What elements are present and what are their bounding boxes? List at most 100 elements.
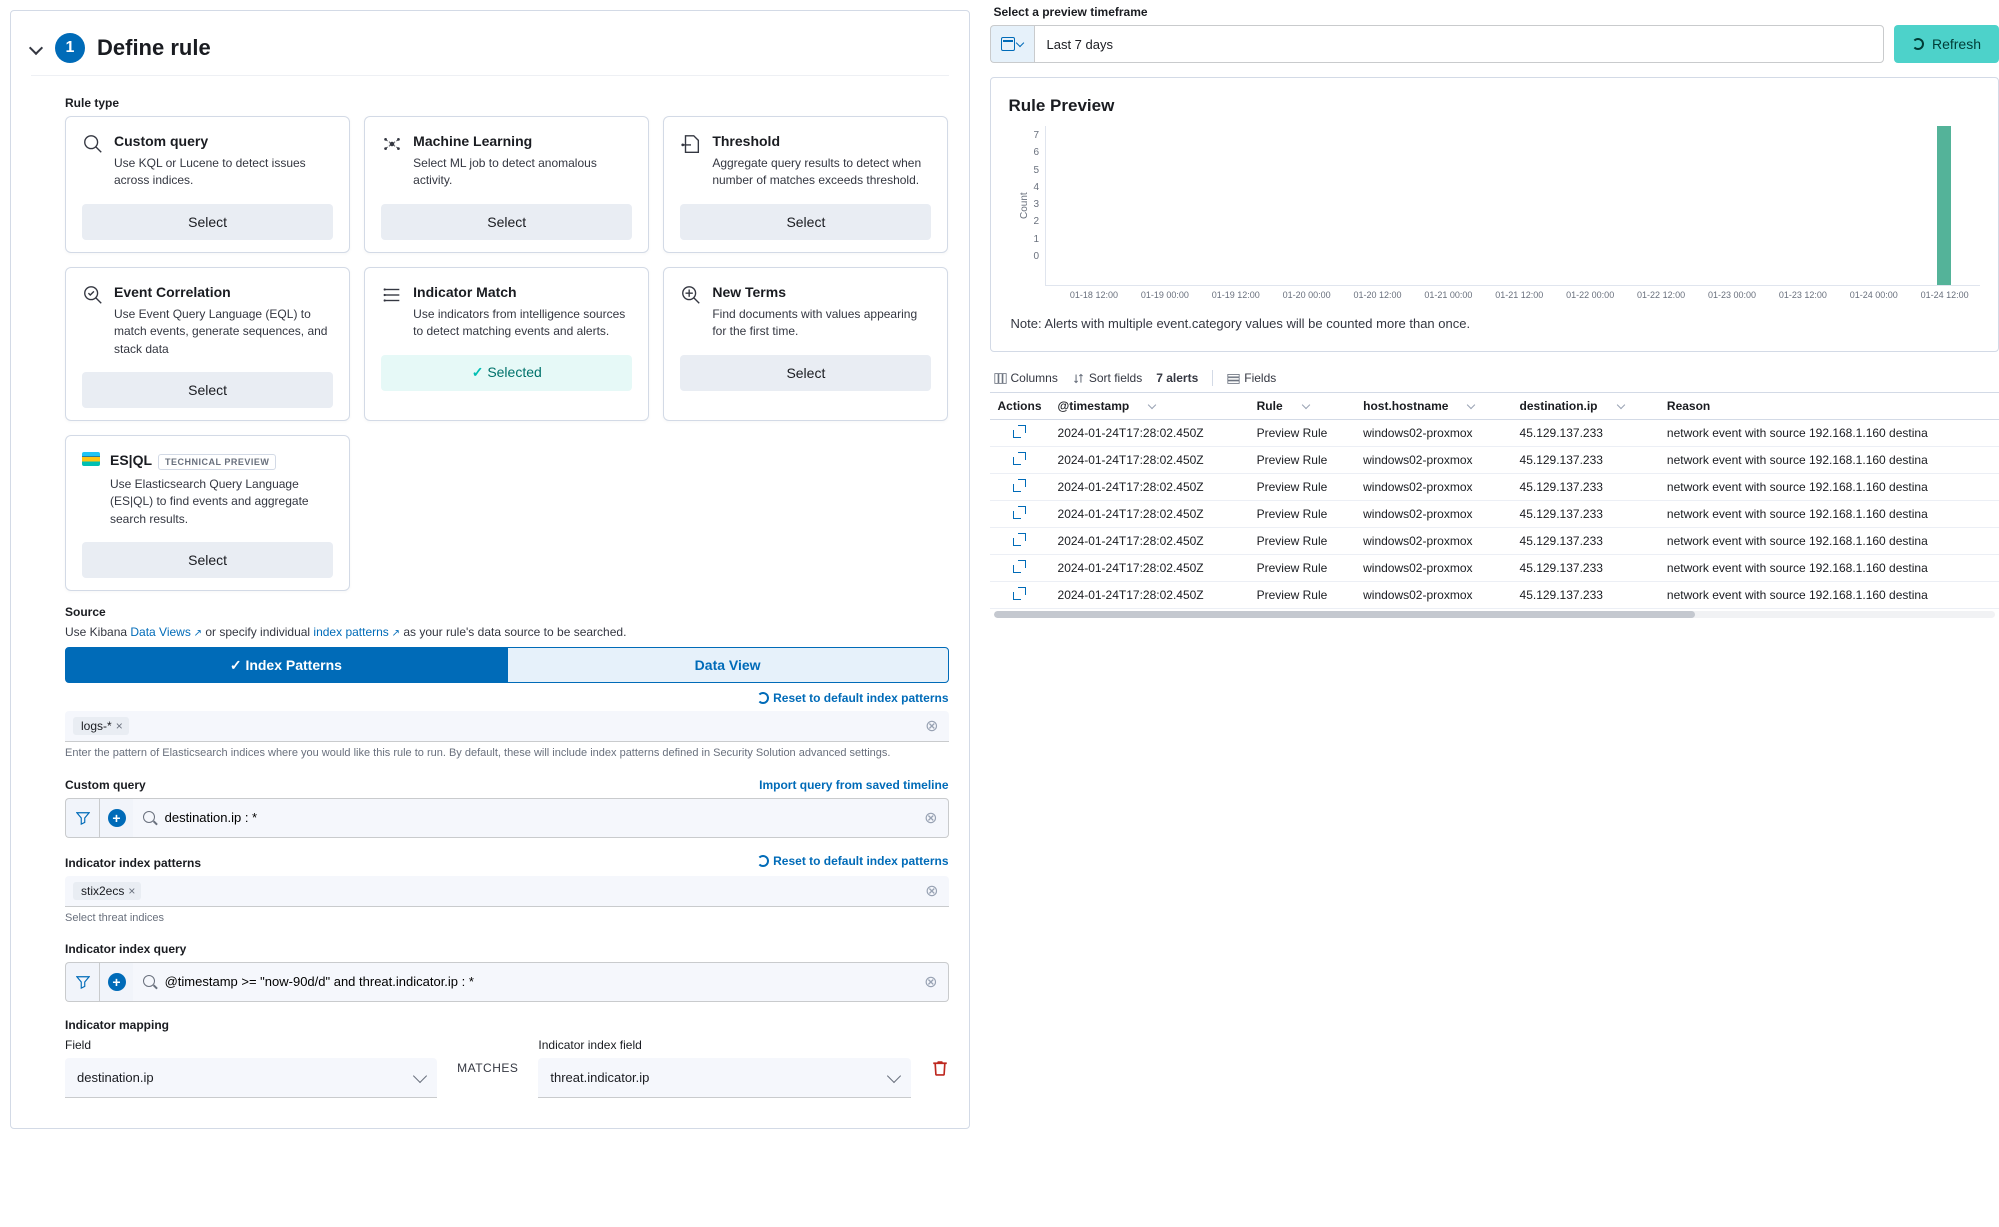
tab-data-view[interactable]: Data View [507, 647, 949, 683]
rule-type-event-correlation[interactable]: Event Correlation Use Event Query Languag… [65, 267, 350, 421]
reset-indicator-patterns-link[interactable]: Reset to default index patterns [757, 854, 948, 868]
delete-mapping-icon[interactable] [931, 1059, 949, 1077]
collapse-icon[interactable] [29, 41, 43, 55]
x-tick: 01-22 12:00 [1626, 290, 1697, 300]
rule-type-new-terms[interactable]: New TermsFind documents with values appe… [663, 267, 948, 421]
select-rule-type-button[interactable]: Select [82, 372, 333, 408]
index-patterns-link[interactable]: index patterns [313, 625, 400, 639]
clear-query-icon[interactable]: ⊗ [924, 972, 937, 992]
chevron-down-icon [1301, 401, 1309, 409]
select-rule-type-button[interactable]: Selected [381, 355, 632, 391]
alerts-table: Actions @timestamp Rule host.hostname de… [990, 392, 1999, 609]
custom-query-input[interactable]: ⊗ [133, 798, 949, 838]
expand-row-icon[interactable] [1013, 425, 1026, 438]
cell-reason: network event with source 192.168.1.160 … [1659, 582, 1999, 609]
rule-type-indicator-match[interactable]: Indicator MatchUse indicators from intel… [364, 267, 649, 421]
clear-input-icon[interactable]: ⊗ [925, 881, 938, 901]
preview-note: Note: Alerts with multiple event.categor… [1009, 306, 1980, 341]
date-range-value[interactable]: Last 7 days [1034, 25, 1884, 63]
expand-row-icon[interactable] [1013, 479, 1026, 492]
data-views-link[interactable]: Data Views [130, 625, 202, 639]
mapping-field-select[interactable]: destination.ip [65, 1058, 437, 1098]
add-filter-button[interactable]: + [99, 798, 133, 838]
cell-reason: network event with source 192.168.1.160 … [1659, 420, 1999, 447]
filter-options-button[interactable] [65, 798, 99, 838]
indicator-index-patterns-input[interactable]: stix2ecs× ⊗ [65, 876, 949, 907]
chart-y-axis-label: Count [1019, 126, 1030, 286]
sort-fields-button[interactable]: Sort fields [1072, 371, 1142, 385]
cell-rule: Preview Rule [1249, 582, 1355, 609]
fields-button[interactable]: Fields [1227, 371, 1276, 385]
calendar-button[interactable] [990, 25, 1034, 63]
cell-reason: network event with source 192.168.1.160 … [1659, 447, 1999, 474]
custom-query-field[interactable] [165, 810, 912, 825]
rule-type-es-ql[interactable]: ES|QLTECHNICAL PREVIEWUse Elasticsearch … [65, 435, 350, 591]
preview-date-picker[interactable]: Last 7 days [990, 25, 1884, 63]
col-rule[interactable]: Rule [1249, 393, 1355, 420]
chart-plot-area [1045, 126, 1980, 286]
cell-rule: Preview Rule [1249, 501, 1355, 528]
select-rule-type-button[interactable]: Select [82, 204, 333, 240]
y-tick: 1 [1034, 234, 1040, 245]
x-tick: 01-21 00:00 [1413, 290, 1484, 300]
mapping-field-value: destination.ip [77, 1070, 154, 1085]
y-tick: 3 [1034, 199, 1040, 210]
rule-type-name: Event Correlation [114, 284, 231, 300]
filter-options-button[interactable] [65, 962, 99, 1002]
refresh-button[interactable]: Refresh [1894, 25, 1999, 63]
x-tick: 01-19 12:00 [1200, 290, 1271, 300]
select-rule-type-button[interactable]: Select [680, 355, 931, 391]
select-rule-type-button[interactable]: Select [680, 204, 931, 240]
expand-row-icon[interactable] [1013, 587, 1026, 600]
expand-row-icon[interactable] [1013, 533, 1026, 546]
remove-tag-icon[interactable]: × [128, 884, 135, 898]
add-filter-button[interactable]: + [99, 962, 133, 1002]
cell-destination: 45.129.137.233 [1512, 474, 1659, 501]
rule-type-machine-learning[interactable]: Machine LearningSelect ML job to detect … [364, 116, 649, 253]
indicator-query-bar: + ⊗ [65, 962, 949, 1002]
scrollbar-thumb[interactable] [994, 611, 1695, 618]
cell-destination: 45.129.137.233 [1512, 555, 1659, 582]
rule-type-custom-query[interactable]: Custom queryUse KQL or Lucene to detect … [65, 116, 350, 253]
col-destination[interactable]: destination.ip [1512, 393, 1659, 420]
y-tick: 2 [1034, 216, 1040, 227]
select-rule-type-button[interactable]: Select [381, 204, 632, 240]
reset-index-patterns-link[interactable]: Reset to default index patterns [757, 691, 948, 705]
source-description: Use Kibana Data Views or specify individ… [65, 625, 949, 639]
calendar-icon [1001, 37, 1015, 51]
cell-host: windows02-proxmox [1355, 474, 1511, 501]
mapping-index-field-select[interactable]: threat.indicator.ip [538, 1058, 910, 1098]
indicator-mapping-row: Field destination.ip MATCHES Indicator i… [65, 1038, 949, 1098]
cell-host: windows02-proxmox [1355, 582, 1511, 609]
rule-type-threshold[interactable]: ThresholdAggregate query results to dete… [663, 116, 948, 253]
rule-type-description: Use indicators from intelligence sources… [413, 306, 632, 341]
mapping-index-field-value: threat.indicator.ip [550, 1070, 649, 1085]
expand-row-icon[interactable] [1013, 452, 1026, 465]
chevron-down-icon [1016, 39, 1024, 47]
y-tick: 0 [1034, 251, 1040, 262]
index-patterns-input[interactable]: logs-*× ⊗ [65, 711, 949, 742]
remove-tag-icon[interactable]: × [116, 719, 123, 733]
expand-row-icon[interactable] [1013, 560, 1026, 573]
import-query-link[interactable]: Import query from saved timeline [759, 778, 948, 792]
table-horizontal-scrollbar[interactable] [994, 611, 1995, 618]
col-reason[interactable]: Reason [1659, 393, 1999, 420]
cell-timestamp: 2024-01-24T17:28:02.450Z [1050, 555, 1249, 582]
indicator-query-input[interactable]: ⊗ [133, 962, 949, 1002]
clear-input-icon[interactable]: ⊗ [925, 716, 938, 736]
select-rule-type-button[interactable]: Select [82, 542, 333, 578]
clear-query-icon[interactable]: ⊗ [924, 808, 937, 828]
indicator-patterns-help: Select threat indices [65, 911, 949, 926]
table-row: 2024-01-24T17:28:02.450ZPreview Rulewind… [990, 447, 1999, 474]
rule-type-description: Use Event Query Language (EQL) to match … [114, 306, 333, 358]
tab-index-patterns[interactable]: Index Patterns [65, 647, 507, 683]
col-timestamp[interactable]: @timestamp [1050, 393, 1249, 420]
indicator-query-field[interactable] [165, 974, 912, 989]
col-host[interactable]: host.hostname [1355, 393, 1511, 420]
expand-row-icon[interactable] [1013, 506, 1026, 519]
cell-reason: network event with source 192.168.1.160 … [1659, 555, 1999, 582]
chevron-down-icon [413, 1069, 427, 1083]
columns-button[interactable]: Columns [994, 371, 1058, 385]
cell-destination: 45.129.137.233 [1512, 501, 1659, 528]
rule-type-label: Rule type [65, 96, 949, 110]
